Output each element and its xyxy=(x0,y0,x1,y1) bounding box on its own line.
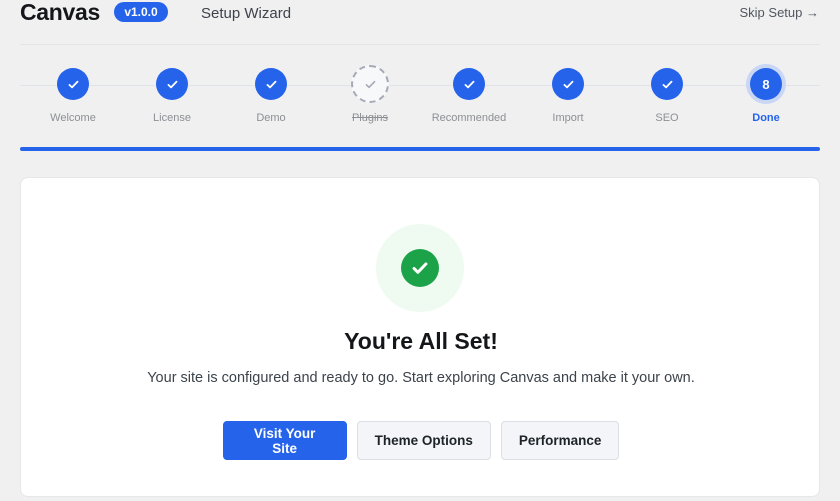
step-number: 8 xyxy=(750,68,782,100)
check-icon xyxy=(552,68,584,100)
completion-card: You're All Set! Your site is configured … xyxy=(20,177,820,497)
header-divider xyxy=(20,44,820,45)
step-license[interactable]: License xyxy=(122,68,222,124)
step-label: Demo xyxy=(256,112,286,124)
skip-setup-link[interactable]: Skip Setup → xyxy=(740,5,820,20)
step-done[interactable]: 8 Done xyxy=(716,68,816,124)
step-import[interactable]: Import xyxy=(518,68,618,124)
check-icon xyxy=(651,68,683,100)
step-plugins[interactable]: Plugins xyxy=(320,65,420,124)
completion-subtitle: Your site is configured and ready to go.… xyxy=(147,370,695,386)
progress-bar xyxy=(20,147,820,151)
top-bar: Canvas v1.0.0 Setup Wizard Skip Setup → xyxy=(0,0,840,28)
brand-logo: Canvas xyxy=(20,0,101,25)
performance-button[interactable]: Performance xyxy=(500,421,620,460)
step-welcome[interactable]: Welcome xyxy=(23,68,123,124)
check-icon xyxy=(351,65,389,103)
check-circle-icon xyxy=(401,249,439,287)
step-recommended[interactable]: Recommended xyxy=(419,68,519,124)
check-icon xyxy=(453,68,485,100)
step-seo[interactable]: SEO xyxy=(617,68,717,124)
completion-title: You're All Set! xyxy=(344,328,498,354)
step-label: Import xyxy=(552,112,584,124)
step-label: Plugins xyxy=(351,112,389,124)
wizard-stepper: Welcome License Demo Plugins Recommended… xyxy=(20,50,820,146)
check-icon xyxy=(57,68,89,100)
step-label: Recommended xyxy=(431,112,507,124)
check-icon xyxy=(156,68,188,100)
wizard-title: Setup Wizard xyxy=(201,5,292,22)
success-badge xyxy=(376,224,464,312)
step-label: Welcome xyxy=(50,112,96,124)
step-demo[interactable]: Demo xyxy=(221,68,321,124)
check-icon xyxy=(255,68,287,100)
visit-site-button[interactable]: Visit Your Site xyxy=(222,421,347,460)
step-label: Done xyxy=(752,112,780,124)
theme-options-button[interactable]: Theme Options xyxy=(356,421,491,460)
step-label: SEO xyxy=(655,112,679,124)
step-label: License xyxy=(153,112,191,124)
version-badge: v1.0.0 xyxy=(114,2,168,22)
completion-actions: Visit Your Site Theme Options Performanc… xyxy=(21,421,821,460)
